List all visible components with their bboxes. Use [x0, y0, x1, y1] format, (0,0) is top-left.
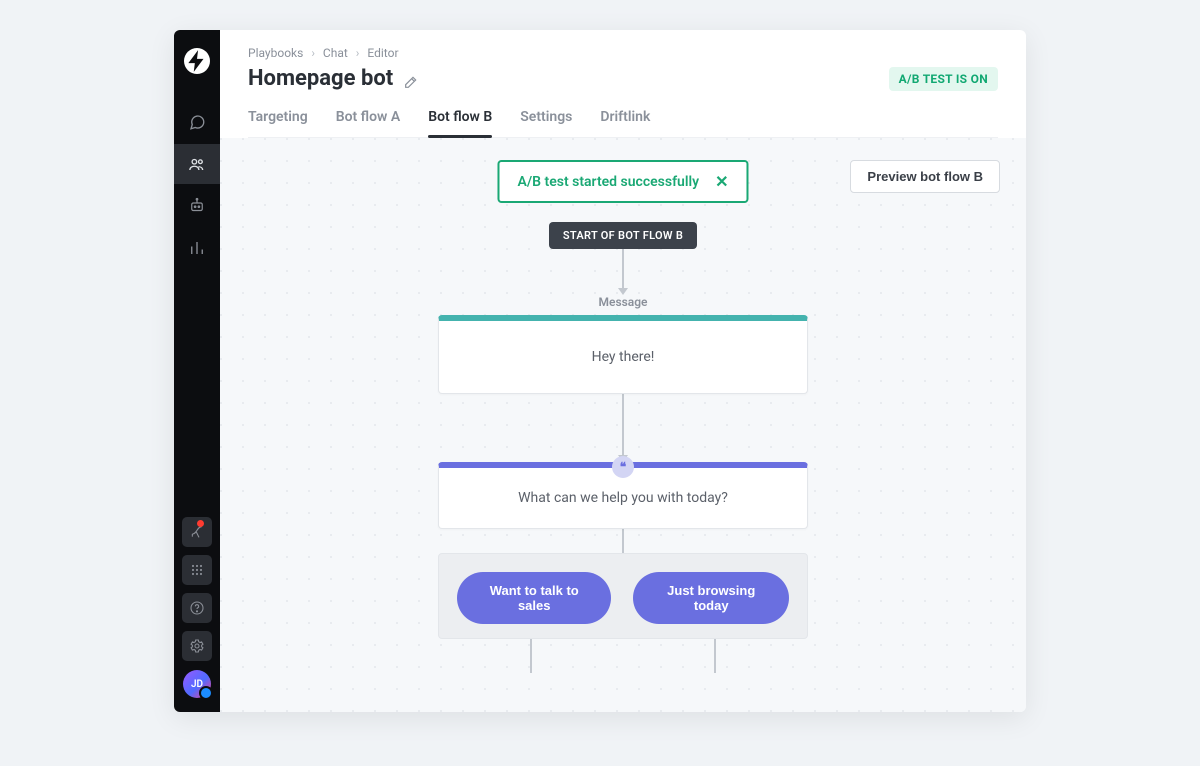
breadcrumb-item[interactable]: Playbooks — [248, 46, 303, 60]
tab-driftlink[interactable]: Driftlink — [600, 109, 650, 137]
question-card-text: What can we help you with today? — [518, 490, 728, 506]
ab-test-badge: A/B TEST IS ON — [889, 67, 998, 91]
tab-bot-flow-b[interactable]: Bot flow B — [428, 109, 492, 137]
app-shell: JD Playbooks › Chat › Editor Homepage bo… — [174, 30, 1026, 712]
flow-canvas[interactable]: A/B test started successfully ✕ Preview … — [220, 138, 1026, 712]
message-card-text: Hey there! — [592, 349, 655, 365]
tab-settings[interactable]: Settings — [520, 109, 572, 137]
chevron-right-icon: › — [356, 46, 360, 60]
arrow-down-icon — [618, 288, 628, 295]
chevron-right-icon: › — [311, 46, 315, 60]
title-row: Homepage bot A/B TEST IS ON — [248, 66, 998, 91]
sidebar-item-help[interactable] — [182, 593, 212, 623]
quote-icon: ❝ — [612, 456, 634, 478]
flow-column: START OF BOT FLOW B Message Hey there! ❝… — [438, 222, 808, 673]
tabs: Targeting Bot flow A Bot flow B Settings… — [248, 109, 998, 138]
question-card[interactable]: ❝ What can we help you with today? — [438, 462, 808, 529]
page-title-text: Homepage bot — [248, 66, 393, 91]
sidebar-item-bot[interactable] — [174, 186, 220, 226]
main: Playbooks › Chat › Editor Homepage bot A… — [220, 30, 1026, 712]
breadcrumb-item[interactable]: Chat — [323, 46, 348, 60]
close-icon[interactable]: ✕ — [715, 172, 728, 191]
notification-dot-icon — [197, 520, 204, 527]
option-button-sales[interactable]: Want to talk to sales — [457, 572, 611, 624]
connector-line — [618, 249, 628, 295]
sidebar-item-analytics[interactable] — [174, 228, 220, 268]
sidebar-nav-bottom: JD — [174, 514, 220, 712]
sidebar-item-settings[interactable] — [182, 631, 212, 661]
sidebar-item-apps[interactable] — [182, 555, 212, 585]
breadcrumb-item[interactable]: Editor — [367, 46, 398, 60]
header: Playbooks › Chat › Editor Homepage bot A… — [220, 30, 1026, 138]
toast-message: A/B test started successfully — [517, 174, 699, 190]
edit-title-icon[interactable] — [403, 71, 419, 87]
sidebar: JD — [174, 30, 220, 712]
sidebar-item-chat[interactable] — [174, 102, 220, 142]
tab-targeting[interactable]: Targeting — [248, 109, 308, 137]
connector-line — [618, 394, 628, 462]
avatar-initials: JD — [191, 679, 203, 690]
option-button-browsing[interactable]: Just browsing today — [633, 572, 789, 624]
user-avatar[interactable]: JD — [183, 670, 211, 698]
logo-icon — [184, 48, 210, 74]
tab-bot-flow-a[interactable]: Bot flow A — [336, 109, 401, 137]
connector-line — [622, 529, 624, 553]
flow-start-label: START OF BOT FLOW B — [549, 222, 697, 249]
options-card[interactable]: Want to talk to sales Just browsing toda… — [438, 553, 808, 639]
branch-connectors — [438, 639, 808, 673]
message-card[interactable]: Hey there! — [438, 315, 808, 394]
breadcrumb: Playbooks › Chat › Editor — [248, 46, 998, 60]
sidebar-nav-top — [174, 102, 220, 268]
page-title: Homepage bot — [248, 66, 419, 91]
sidebar-item-announcements[interactable] — [182, 517, 212, 547]
section-label-message: Message — [598, 295, 647, 309]
preview-button[interactable]: Preview bot flow B — [850, 160, 1000, 193]
sidebar-item-contacts[interactable] — [174, 144, 220, 184]
success-toast: A/B test started successfully ✕ — [497, 160, 748, 203]
